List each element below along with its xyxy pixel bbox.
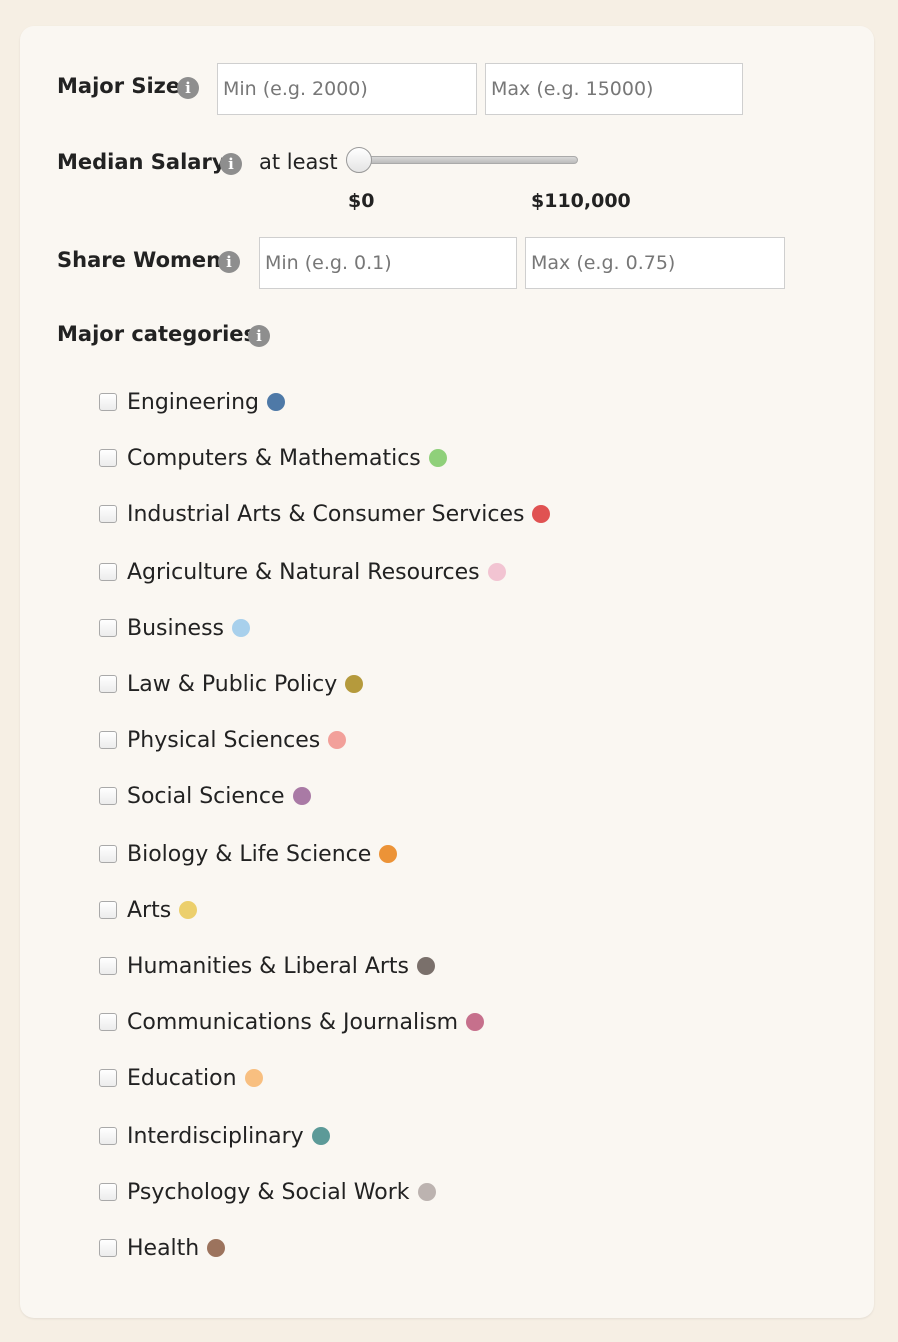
category-item[interactable]: Arts (99, 895, 198, 925)
major-size-label: Major Size (57, 74, 181, 98)
category-checkbox[interactable] (99, 505, 117, 523)
share-women-max-input[interactable] (525, 237, 785, 289)
category-color-dot (292, 787, 311, 805)
category-color-dot (311, 1127, 330, 1145)
category-color-dot (345, 675, 364, 693)
category-checkbox[interactable] (99, 901, 117, 919)
category-label[interactable]: Humanities & Liberal Arts (127, 954, 409, 979)
share-women-label: Share Women (57, 248, 222, 272)
major-size-max-input[interactable] (485, 63, 743, 115)
category-color-dot (417, 1183, 436, 1201)
category-color-dot (232, 619, 251, 637)
category-item[interactable]: Humanities & Liberal Arts (99, 951, 436, 981)
category-label[interactable]: Education (127, 1066, 237, 1091)
at-least-label: at least (259, 150, 338, 174)
category-item[interactable]: Biology & Life Science (99, 839, 398, 869)
category-checkbox[interactable] (99, 1239, 117, 1257)
category-checkbox[interactable] (99, 1127, 117, 1145)
category-item[interactable]: Social Science (99, 781, 311, 811)
category-color-dot (532, 505, 551, 523)
category-item[interactable]: Business (99, 613, 251, 643)
category-label[interactable]: Agriculture & Natural Resources (127, 560, 480, 585)
slider-max-label: $110,000 (531, 190, 631, 212)
category-checkbox[interactable] (99, 1183, 117, 1201)
category-item[interactable]: Health (99, 1233, 226, 1263)
category-label[interactable]: Business (127, 616, 224, 641)
category-label[interactable]: Social Science (127, 784, 285, 809)
category-checkbox[interactable] (99, 731, 117, 749)
category-item[interactable]: Physical Sciences (99, 725, 347, 755)
category-color-dot (428, 449, 447, 467)
category-label[interactable]: Computers & Mathematics (127, 446, 421, 471)
category-item[interactable]: Interdisciplinary (99, 1121, 330, 1151)
category-item[interactable]: Education (99, 1063, 263, 1093)
category-color-dot (466, 1013, 485, 1031)
category-color-dot (379, 845, 398, 863)
category-checkbox[interactable] (99, 1013, 117, 1031)
category-color-dot (179, 901, 198, 919)
category-color-dot (207, 1239, 226, 1257)
category-label[interactable]: Health (127, 1236, 199, 1261)
major-size-min-input[interactable] (217, 63, 477, 115)
median-salary-slider-track[interactable] (349, 156, 578, 164)
major-size-info-icon[interactable]: i (177, 77, 199, 99)
category-color-dot (267, 393, 285, 411)
major-categories-heading: Major categories (57, 322, 257, 346)
category-item[interactable]: Psychology & Social Work (99, 1177, 436, 1207)
category-item[interactable]: Agriculture & Natural Resources (99, 557, 506, 587)
category-item[interactable]: Computers & Mathematics (99, 443, 447, 473)
category-item[interactable]: Communications & Journalism (99, 1007, 485, 1037)
major-categories-info-icon[interactable]: i (248, 325, 270, 347)
category-label[interactable]: Arts (127, 898, 171, 923)
share-women-info-icon[interactable]: i (218, 251, 240, 273)
category-label[interactable]: Interdisciplinary (127, 1124, 304, 1149)
median-salary-label: Median Salary (57, 150, 226, 174)
category-label[interactable]: Physical Sciences (127, 728, 320, 753)
category-checkbox[interactable] (99, 449, 117, 467)
category-checkbox[interactable] (99, 845, 117, 863)
category-item[interactable]: Industrial Arts & Consumer Services (99, 499, 551, 529)
category-color-dot (328, 731, 347, 749)
category-checkbox[interactable] (99, 563, 117, 581)
category-checkbox[interactable] (99, 787, 117, 805)
category-label[interactable]: Biology & Life Science (127, 842, 371, 867)
category-checkbox[interactable] (99, 1069, 117, 1087)
category-color-dot (244, 1069, 263, 1087)
category-item[interactable]: Engineering (99, 387, 285, 417)
category-label[interactable]: Communications & Journalism (127, 1010, 458, 1035)
category-checkbox[interactable] (99, 957, 117, 975)
category-checkbox[interactable] (99, 675, 117, 693)
category-color-dot (487, 563, 506, 581)
category-label[interactable]: Law & Public Policy (127, 672, 337, 697)
category-checkbox[interactable] (99, 619, 117, 637)
category-label[interactable]: Psychology & Social Work (127, 1180, 410, 1205)
category-color-dot (417, 957, 436, 975)
median-salary-info-icon[interactable]: i (220, 153, 242, 175)
category-label[interactable]: Engineering (127, 390, 259, 415)
category-item[interactable]: Law & Public Policy (99, 669, 364, 699)
share-women-min-input[interactable] (259, 237, 517, 289)
category-checkbox[interactable] (99, 393, 117, 411)
median-salary-slider-thumb[interactable] (346, 147, 372, 173)
slider-min-label: $0 (348, 190, 375, 212)
category-label[interactable]: Industrial Arts & Consumer Services (127, 502, 524, 527)
